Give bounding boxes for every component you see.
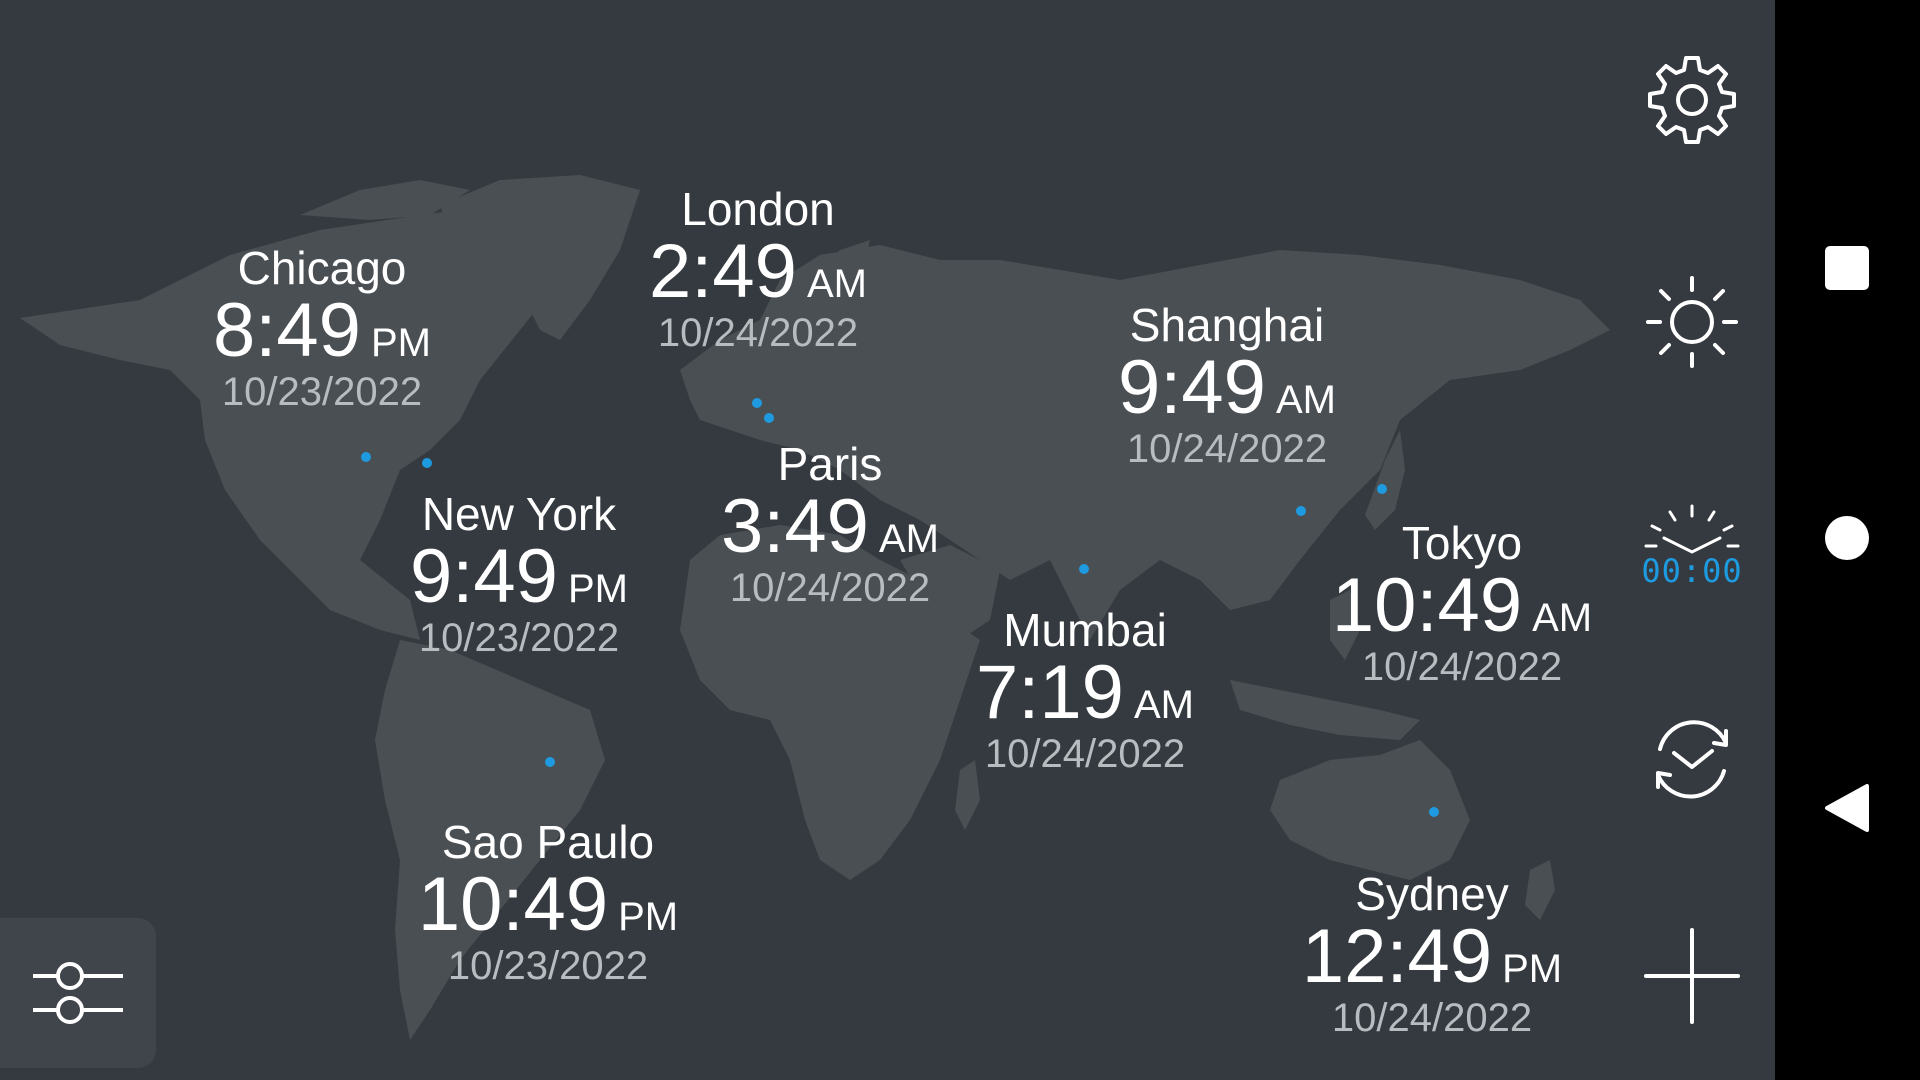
city-ampm: PM bbox=[1502, 947, 1563, 991]
plus-icon bbox=[1642, 926, 1742, 1031]
city-name: Chicago bbox=[237, 242, 407, 294]
clock-style-button[interactable]: 00:00 bbox=[1632, 485, 1752, 605]
sliders-icon bbox=[28, 956, 128, 1031]
city-time: 8:49 bbox=[213, 288, 361, 373]
add-city-button[interactable] bbox=[1632, 918, 1752, 1038]
settings-button[interactable] bbox=[1632, 42, 1752, 162]
city-date: 10/24/2022 bbox=[984, 732, 1186, 776]
city-ampm: AM bbox=[1532, 596, 1593, 640]
city-time: 7:19 bbox=[976, 650, 1124, 735]
marker-tokyo bbox=[1377, 484, 1387, 494]
city-time: 10:49 bbox=[417, 862, 609, 947]
circle-icon bbox=[1823, 514, 1871, 567]
city-name: Tokyo bbox=[1401, 517, 1523, 569]
recents-button[interactable] bbox=[1807, 230, 1887, 310]
city-clock-new-york[interactable]: New York 9:49 PM 10/23/2022 bbox=[339, 489, 699, 661]
city-clock-paris[interactable]: Paris 3:49 AM 10/24/2022 bbox=[650, 439, 1010, 611]
marker-shanghai bbox=[1296, 506, 1306, 516]
city-ampm: AM bbox=[1133, 683, 1194, 727]
city-date: 10/24/2022 bbox=[1126, 427, 1328, 471]
city-ampm: AM bbox=[806, 262, 867, 306]
city-name: Paris bbox=[777, 438, 883, 490]
city-name: Sao Paulo bbox=[441, 816, 655, 868]
clock-sync-icon bbox=[1642, 709, 1742, 814]
city-time: 12:49 bbox=[1301, 914, 1493, 999]
city-time: 10:49 bbox=[1331, 563, 1523, 648]
marker-sao-paulo bbox=[545, 757, 555, 767]
marker-paris bbox=[764, 413, 774, 423]
city-date: 10/23/2022 bbox=[418, 616, 620, 660]
city-name: Mumbai bbox=[1003, 604, 1167, 656]
marker-new-york bbox=[422, 458, 432, 468]
marker-london bbox=[752, 398, 762, 408]
marker-sydney bbox=[1429, 807, 1439, 817]
city-ampm: AM bbox=[878, 517, 939, 561]
system-navigation-bar bbox=[1775, 0, 1920, 1080]
city-time: 9:49 bbox=[1118, 345, 1266, 430]
square-icon bbox=[1823, 244, 1871, 297]
city-clock-mumbai[interactable]: Mumbai 7:19 AM 10/24/2022 bbox=[905, 605, 1265, 777]
city-clock-london[interactable]: London 2:49 AM 10/24/2022 bbox=[578, 184, 938, 356]
city-ampm: PM bbox=[618, 895, 679, 939]
triangle-back-icon bbox=[1823, 782, 1871, 839]
city-name: Sydney bbox=[1355, 868, 1509, 920]
city-clock-shanghai[interactable]: Shanghai 9:49 AM 10/24/2022 bbox=[1047, 300, 1407, 472]
brightness-button[interactable] bbox=[1632, 264, 1752, 384]
city-clock-sao-paulo[interactable]: Sao Paulo 10:49 PM 10/23/2022 bbox=[368, 817, 728, 989]
city-date: 10/24/2022 bbox=[1361, 645, 1563, 689]
sun-icon bbox=[1642, 272, 1742, 377]
marker-mumbai bbox=[1079, 564, 1089, 574]
back-button[interactable] bbox=[1807, 770, 1887, 850]
city-date: 10/23/2022 bbox=[447, 944, 649, 988]
city-ampm: PM bbox=[370, 321, 431, 365]
city-date: 10/24/2022 bbox=[657, 311, 859, 355]
city-clock-chicago[interactable]: Chicago 8:49 PM 10/23/2022 bbox=[142, 243, 502, 415]
city-time: 3:49 bbox=[721, 484, 869, 569]
city-time: 2:49 bbox=[649, 229, 797, 314]
digital-clock-label: 00:00 bbox=[1641, 552, 1743, 590]
city-ampm: AM bbox=[1275, 378, 1336, 422]
gear-icon bbox=[1642, 50, 1742, 155]
city-time: 9:49 bbox=[410, 534, 558, 619]
time-sync-button[interactable] bbox=[1632, 701, 1752, 821]
city-name: London bbox=[681, 183, 835, 235]
home-button[interactable] bbox=[1807, 500, 1887, 580]
city-date: 10/24/2022 bbox=[1331, 996, 1533, 1040]
city-name: New York bbox=[421, 488, 617, 540]
world-clock-app: Chicago 8:49 PM 10/23/2022 London 2:49 AM … bbox=[0, 0, 1775, 1080]
land-australia bbox=[1270, 740, 1470, 880]
marker-chicago bbox=[361, 452, 371, 462]
adjust-button[interactable] bbox=[0, 918, 156, 1068]
city-clock-tokyo[interactable]: Tokyo 10:49 AM 10/24/2022 bbox=[1282, 518, 1642, 690]
alarm-digital-icon: 00:00 bbox=[1641, 502, 1742, 588]
city-name: Shanghai bbox=[1129, 299, 1325, 351]
city-ampm: PM bbox=[567, 567, 628, 611]
city-date: 10/23/2022 bbox=[221, 370, 423, 414]
city-clock-sydney[interactable]: Sydney 12:49 PM 10/24/2022 bbox=[1252, 869, 1612, 1041]
